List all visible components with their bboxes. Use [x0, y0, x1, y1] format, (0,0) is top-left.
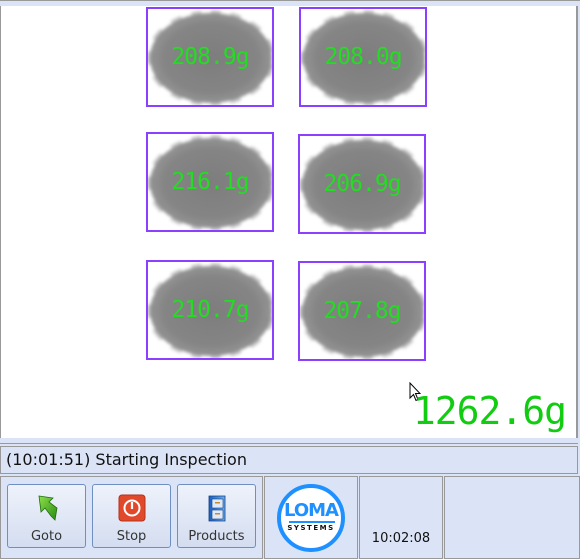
stop-label: Stop: [116, 529, 147, 544]
inspection-app: 208.9g 208.0g 216.1g 206.9g 210.7g 207.8…: [0, 0, 580, 559]
filing-cabinet-icon: [208, 495, 225, 522]
clock-time: 10:02:08: [371, 531, 431, 546]
product-item[interactable]: 210.7g: [146, 260, 274, 360]
stop-button[interactable]: Stop: [92, 484, 171, 548]
empty-panel: [444, 476, 580, 559]
goto-label: Goto: [30, 529, 63, 544]
button-panel: Goto Stop Products: [0, 476, 263, 559]
total-weight: 1262.6g: [412, 389, 567, 433]
logo-tagline: SYSTEMS: [287, 524, 335, 532]
item-weight: 216.1g: [171, 169, 249, 195]
clock-panel: 10:02:08: [359, 476, 443, 559]
goto-arrow-icon: [38, 495, 57, 521]
product-item[interactable]: 206.9g: [298, 134, 426, 234]
bottom-toolbar: Goto Stop Products LOMA SYSTEMS 10:02:08: [0, 476, 580, 559]
loma-logo: LOMA SYSTEMS: [277, 484, 345, 552]
item-weight: 210.7g: [171, 297, 249, 323]
logo-panel: LOMA SYSTEMS: [264, 476, 358, 559]
viewer-bottom-strip: [0, 438, 578, 444]
item-weight: 208.9g: [171, 44, 249, 70]
product-item[interactable]: 207.8g: [298, 261, 426, 361]
product-item[interactable]: 216.1g: [146, 132, 274, 232]
products-button[interactable]: Products: [177, 484, 256, 548]
logo-name: LOMA: [284, 500, 339, 521]
item-weight: 206.9g: [323, 171, 401, 197]
product-item[interactable]: 208.0g: [299, 7, 427, 107]
products-label: Products: [188, 529, 245, 544]
goto-button[interactable]: Goto: [7, 484, 86, 548]
logo-underline: [289, 521, 335, 523]
item-weight: 208.0g: [324, 44, 402, 70]
stop-power-icon: [118, 494, 145, 522]
product-item[interactable]: 208.9g: [146, 7, 274, 107]
item-weight: 207.8g: [323, 298, 401, 324]
inspection-viewer: 208.9g 208.0g 216.1g 206.9g 210.7g 207.8…: [0, 6, 578, 438]
status-bar: (10:01:51) Starting Inspection: [0, 446, 578, 474]
